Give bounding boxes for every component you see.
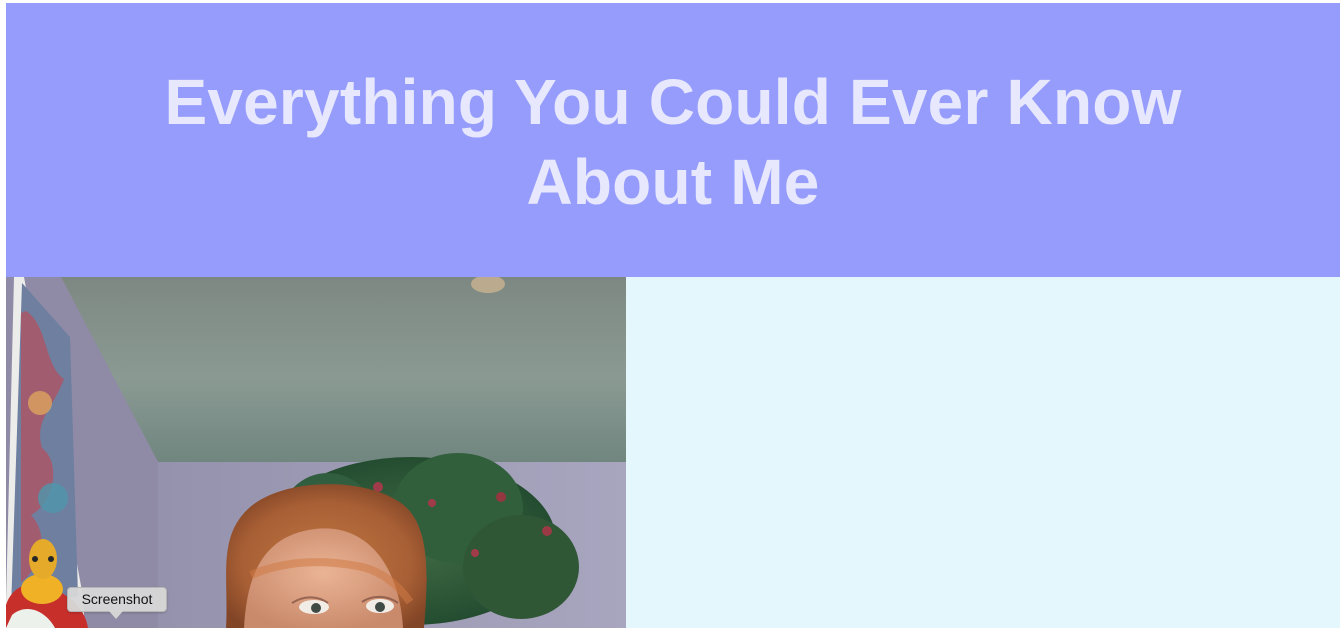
profile-photo [6, 277, 626, 628]
about-content-panel [626, 277, 1340, 628]
page-header: Everything You Could Ever Know About Me [6, 3, 1340, 277]
page-title: Everything You Could Ever Know About Me [164, 66, 1182, 218]
main-content [6, 277, 1340, 628]
tooltip-caret-icon [109, 611, 123, 619]
person-portrait [226, 484, 427, 628]
profile-photo-image [6, 277, 626, 628]
screenshot-tooltip: Screenshot [67, 587, 167, 612]
ceiling [61, 277, 626, 462]
webpage: Everything You Could Ever Know About Me [0, 0, 1342, 628]
